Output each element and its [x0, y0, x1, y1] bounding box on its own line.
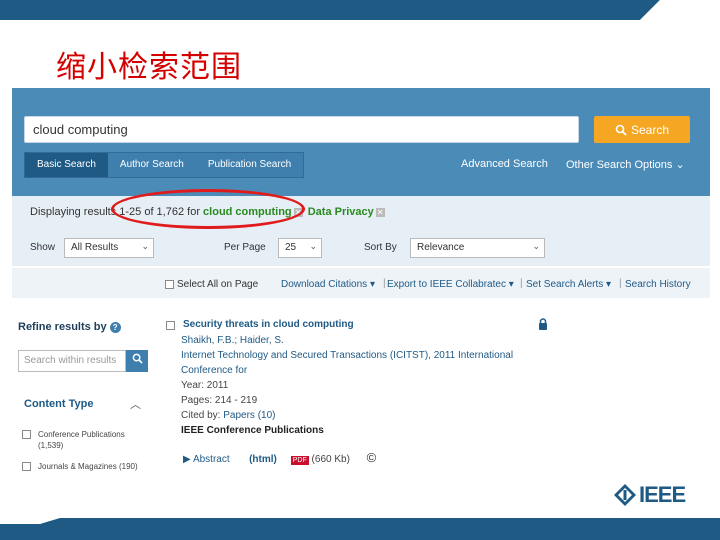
show-select[interactable]: All Results ⌄	[64, 238, 154, 258]
chevron-down-icon: ⌄	[532, 241, 540, 251]
content-type-label: Conference Publications	[38, 430, 125, 439]
result-actions: ▶ Abstract (html) PDF (660 Kb) ©	[183, 450, 376, 465]
result-venue-cont[interactable]: Conference for	[181, 365, 247, 376]
set-search-alerts-link[interactable]: Set Search Alerts ▾	[526, 279, 611, 290]
divider: |	[619, 278, 622, 289]
search-within-button[interactable]	[126, 350, 148, 372]
ieee-logo-text: IEEE	[639, 482, 686, 507]
cited-by-link[interactable]: Papers (10)	[223, 410, 275, 421]
result-venue[interactable]: Internet Technology and Secured Transact…	[181, 350, 513, 361]
highlight-ellipse	[111, 189, 305, 229]
show-select-value: All Results	[71, 242, 119, 253]
result-publisher: IEEE Conference Publications	[181, 425, 324, 436]
tab-publication-search[interactable]: Publication Search	[195, 153, 304, 177]
per-page-value: 25	[285, 242, 297, 253]
caret-down-icon: ▾	[606, 279, 612, 290]
search-history-link[interactable]: Search History	[625, 279, 691, 290]
remove-term-icon[interactable]: ✕	[375, 207, 385, 217]
sort-by-select[interactable]: Relevance ⌄	[410, 238, 545, 258]
search-button[interactable]: Search	[594, 116, 690, 143]
search-term-2: Data Privacy	[307, 206, 374, 218]
content-type-item: Journals & Magazines (190)	[38, 461, 138, 472]
content-type-count: (1,539)	[38, 441, 64, 450]
search-tabs: Basic Search Author Search Publication S…	[24, 152, 305, 178]
export-collabratec-label: Export to IEEE Collabratec	[387, 279, 506, 290]
result-checkbox[interactable]	[166, 321, 175, 330]
content-type-checkbox[interactable]	[22, 430, 31, 439]
chevron-down-icon: ⌄	[141, 241, 149, 251]
copyright-icon[interactable]: ©	[367, 450, 377, 465]
other-search-options-label: Other Search Options	[566, 159, 673, 171]
download-citations-label: Download Citations	[281, 279, 368, 290]
search-input[interactable]: cloud computing	[24, 116, 579, 143]
content-type-heading[interactable]: Content Type	[24, 398, 93, 410]
html-link[interactable]: (html)	[249, 454, 277, 465]
result-cited-by: Cited by: Papers (10)	[181, 410, 276, 421]
divider: |	[520, 278, 523, 289]
chevron-down-icon: ⌄	[675, 159, 685, 171]
help-icon[interactable]: ?	[109, 321, 121, 333]
advanced-search-link[interactable]: Advanced Search	[461, 158, 548, 170]
result-pages: Pages: 214 - 219	[181, 395, 258, 406]
caret-down-icon: ▾	[508, 279, 514, 290]
sort-by-value: Relevance	[417, 242, 465, 253]
search-icon	[615, 124, 627, 136]
search-within-input[interactable]: Search within results	[18, 350, 126, 372]
search-button-label: Search	[630, 122, 670, 137]
content-type-checkbox[interactable]	[22, 462, 31, 471]
search-icon	[132, 353, 143, 364]
tab-basic-search[interactable]: Basic Search	[25, 153, 108, 177]
sort-by-label: Sort By	[364, 242, 397, 253]
ieee-logo: IEEE	[613, 482, 686, 508]
select-all-checkbox[interactable]	[165, 280, 174, 289]
other-search-options-link[interactable]: Other Search Options ⌄	[566, 158, 685, 171]
export-collabratec-link[interactable]: Export to IEEE Collabratec ▾	[387, 279, 514, 290]
chevron-up-icon[interactable]: ︿	[130, 396, 141, 412]
show-label: Show	[30, 242, 56, 253]
per-page-label: Per Page	[224, 242, 266, 253]
top-decor-bar	[0, 0, 720, 20]
play-icon: ▶	[183, 454, 191, 465]
content-type-count: (190)	[118, 462, 138, 471]
tab-author-search[interactable]: Author Search	[107, 153, 196, 177]
lock-icon	[539, 318, 547, 330]
ieee-diamond-icon	[614, 484, 636, 506]
cited-by-label: Cited by:	[181, 410, 221, 421]
abstract-link[interactable]: Abstract	[193, 454, 230, 465]
download-citations-link[interactable]: Download Citations ▾	[281, 279, 375, 290]
pdf-icon[interactable]: PDF	[290, 456, 309, 465]
per-page-select[interactable]: 25 ⌄	[278, 238, 322, 258]
result-year: Year: 2011	[181, 380, 229, 391]
ieee-xplore-screenshot: cloud computing Search Basic Search Auth…	[12, 88, 710, 480]
content-type-item: Conference Publications (1,539)	[38, 429, 125, 451]
refine-results-label: Refine results by?	[18, 321, 121, 333]
divider: |	[383, 278, 386, 289]
pdf-size: (660 Kb)	[311, 454, 350, 465]
result-authors[interactable]: Shaikh, F.B.; Haider, S.	[181, 335, 284, 346]
result-title-link[interactable]: Security threats in cloud computing	[183, 319, 354, 330]
slide-title: 缩小检索范围	[56, 50, 242, 85]
caret-down-icon: ▾	[369, 279, 375, 290]
bottom-decor-bar	[0, 518, 720, 540]
chevron-down-icon: ⌄	[309, 241, 317, 251]
refine-results-text: Refine results by	[18, 321, 107, 333]
select-all-label[interactable]: Select All on Page	[177, 279, 258, 290]
set-search-alerts-label: Set Search Alerts	[526, 279, 604, 290]
content-type-label: Journals & Magazines	[38, 462, 117, 471]
